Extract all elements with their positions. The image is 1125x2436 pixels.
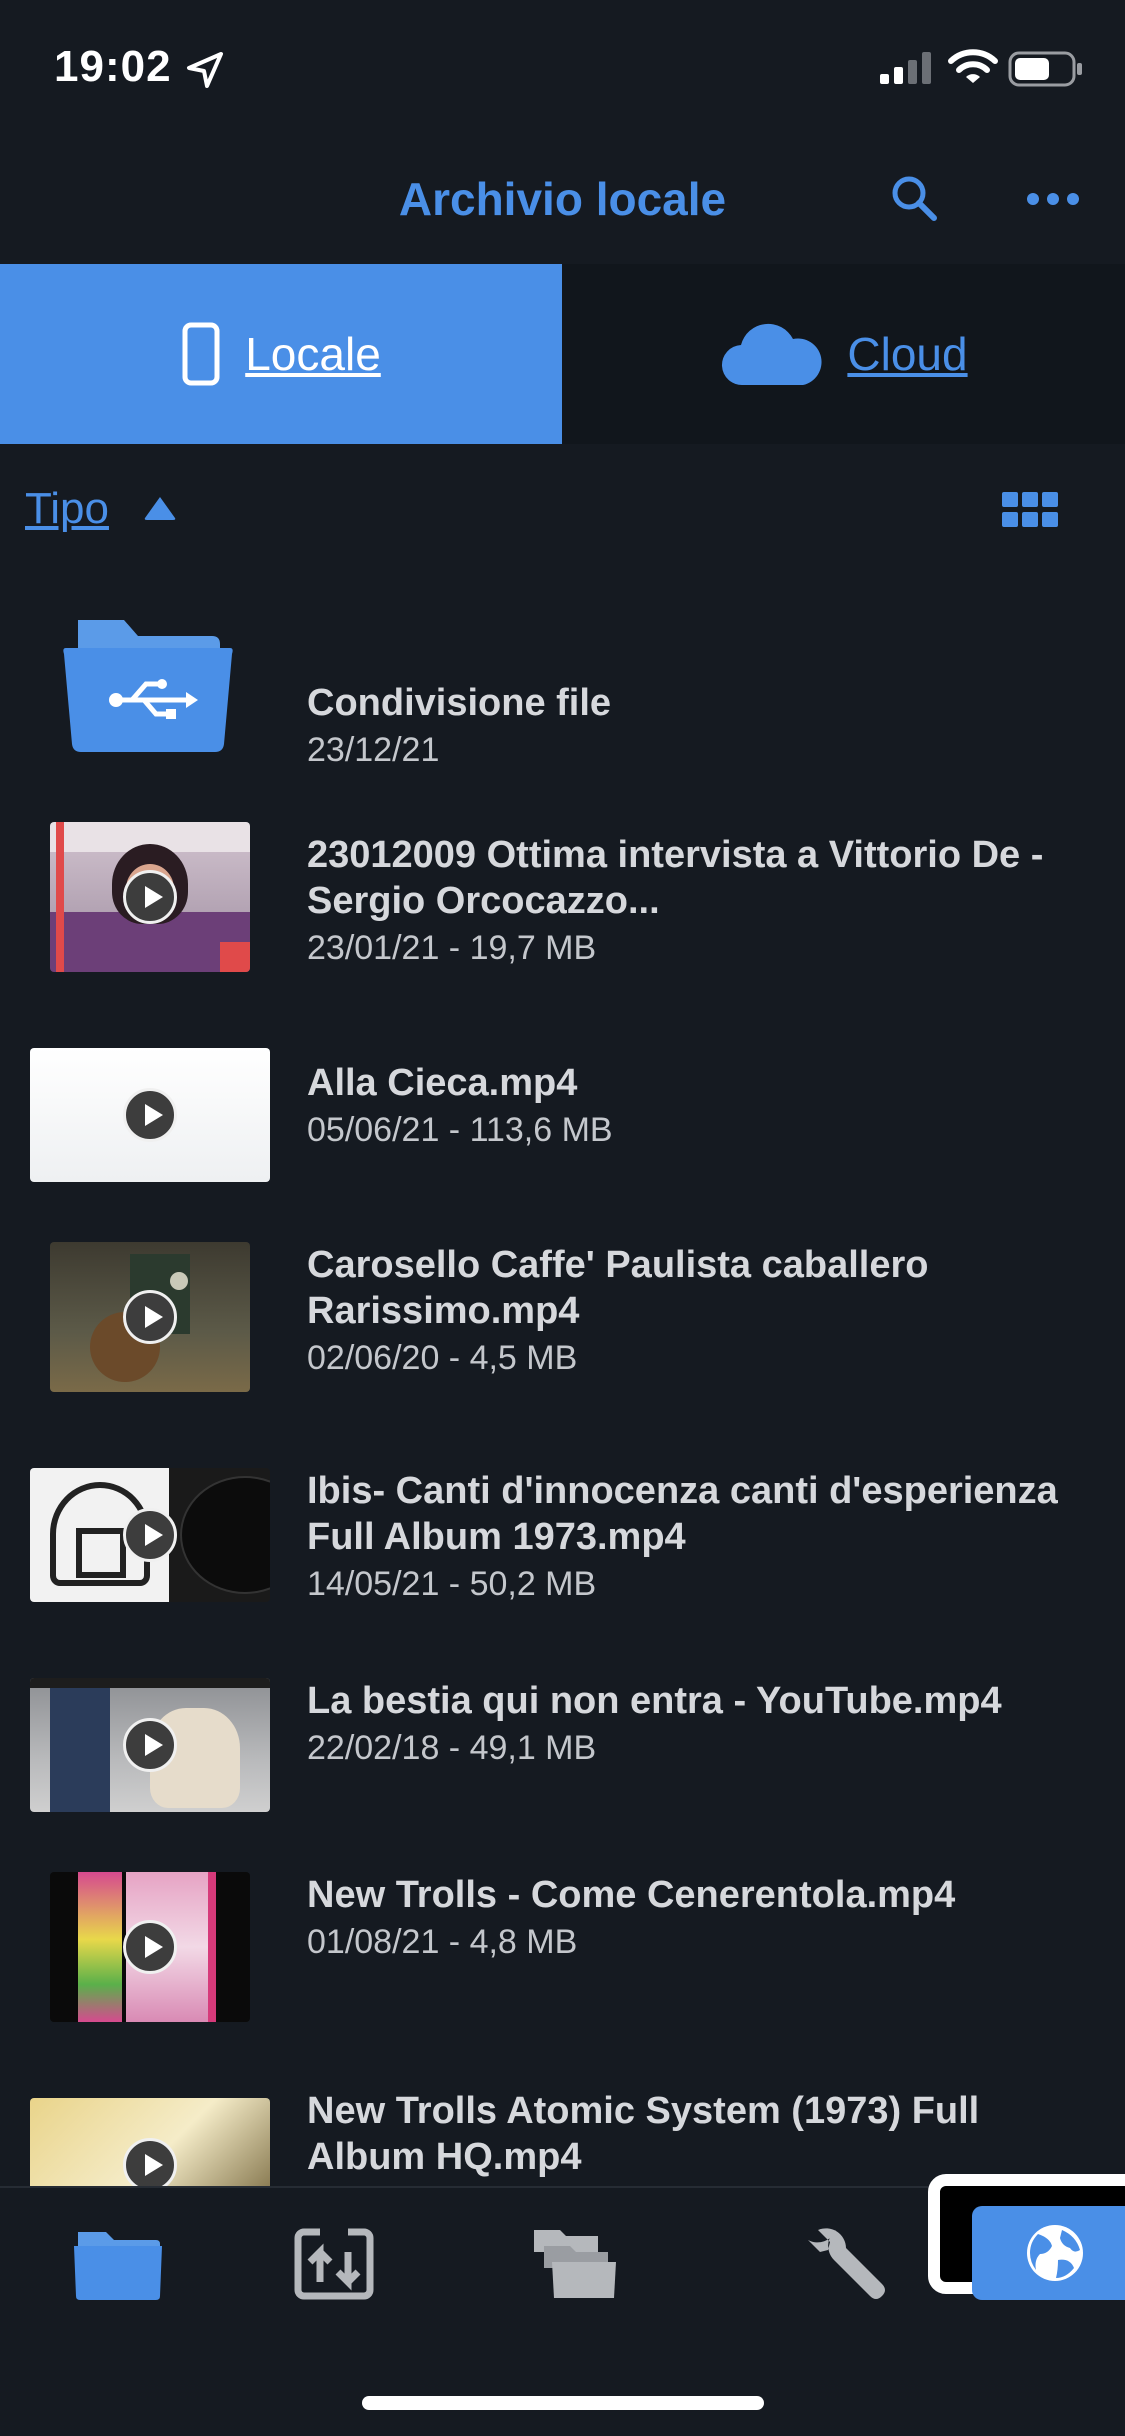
video-thumbnail: [30, 2098, 270, 2188]
file-text: Ibis- Canti d'innocenza canti d'esperien…: [307, 1468, 1087, 1606]
list-item[interactable]: La bestia qui non entra - YouTube.mp4 22…: [0, 1678, 1125, 1888]
file-meta: 23/12/21: [307, 731, 440, 769]
video-thumbnail: [30, 1048, 270, 1182]
app-header: Archivio locale: [0, 132, 1125, 264]
file-name: New Trolls - Come Cenerentola.mp4: [307, 1874, 956, 1916]
tab-local[interactable]: Locale: [0, 264, 562, 444]
file-text: Carosello Caffe' Paulista caballero Rari…: [307, 1242, 1087, 1380]
wifi-icon: [948, 49, 998, 83]
status-time: 19:02: [54, 42, 172, 91]
file-text: Alla Cieca.mp4 05/06/21 - 113,6 MB: [307, 1060, 1087, 1152]
status-bar: 19:02: [0, 0, 1125, 132]
file-text: New Trolls Atomic System (1973) Full Alb…: [307, 2088, 1087, 2182]
file-meta: 23/01/21 - 19,7 MB: [307, 929, 597, 967]
page-title: Archivio locale: [398, 173, 727, 225]
file-list: Condivisione file 23/12/21 23012009 Otti…: [0, 574, 1125, 2188]
folder-icon[interactable]: [72, 2222, 164, 2302]
tab-cloud-label: Cloud: [847, 328, 968, 380]
play-icon: [123, 1920, 177, 1974]
file-text: 23012009 Ottima intervista a Vittorio De…: [307, 832, 1087, 970]
list-item[interactable]: New Trolls - Come Cenerentola.mp4 01/08/…: [0, 1872, 1125, 2082]
file-meta: 05/06/21 - 113,6 MB: [307, 1111, 613, 1149]
battery-icon: [1008, 51, 1082, 87]
list-item[interactable]: Condivisione file 23/12/21: [0, 614, 1125, 824]
list-item[interactable]: Alla Cieca.mp4 05/06/21 - 113,6 MB: [0, 1048, 1125, 1258]
file-name: New Trolls Atomic System (1973) Full Alb…: [307, 2090, 980, 2178]
tab-local-label: Locale: [245, 328, 381, 380]
video-thumbnail: [30, 1468, 270, 1602]
file-meta: 01/08/21 - 4,8 MB: [307, 1923, 578, 1961]
play-icon: [123, 1718, 177, 1772]
sort-ascending-icon[interactable]: [142, 494, 178, 522]
video-thumbnail: [30, 1678, 270, 1812]
file-name: 23012009 Ottima intervista a Vittorio De…: [307, 834, 1044, 922]
file-name: La bestia qui non entra - YouTube.mp4: [307, 1680, 1002, 1722]
more-options-icon[interactable]: [1025, 184, 1081, 214]
usb-folder-icon: [63, 620, 233, 752]
play-icon: [123, 870, 177, 924]
file-meta: 14/05/21 - 50,2 MB: [307, 1565, 597, 1603]
location-arrow-icon: [187, 52, 223, 88]
file-text: Condivisione file 23/12/21: [307, 680, 1087, 772]
globe-icon: [1027, 2225, 1083, 2281]
file-meta: 22/02/18 - 49,1 MB: [307, 1729, 597, 1767]
file-text: New Trolls - Come Cenerentola.mp4 01/08/…: [307, 1872, 1087, 1964]
video-thumbnail: [50, 822, 250, 972]
play-icon: [123, 1088, 177, 1142]
file-meta: 02/06/20 - 4,5 MB: [307, 1339, 578, 1377]
file-name: Ibis- Canti d'innocenza canti d'esperien…: [307, 1470, 1058, 1558]
storage-tabs: Locale Cloud: [0, 264, 1125, 444]
list-item[interactable]: 23012009 Ottima intervista a Vittorio De…: [0, 822, 1125, 1032]
video-thumbnail: [50, 1242, 250, 1392]
search-icon[interactable]: [888, 172, 940, 224]
sort-type-button[interactable]: Tipo: [25, 484, 109, 534]
file-text: La bestia qui non entra - YouTube.mp4 22…: [307, 1678, 1087, 1770]
phone-icon: [182, 322, 220, 386]
file-name: Carosello Caffe' Paulista caballero Rari…: [307, 1244, 929, 1332]
browser-tab[interactable]: [972, 2206, 1125, 2300]
play-icon: [123, 1290, 177, 1344]
sort-bar: Tipo: [0, 444, 1125, 574]
list-item[interactable]: Carosello Caffe' Paulista caballero Rari…: [0, 1242, 1125, 1452]
files-icon[interactable]: [530, 2222, 622, 2302]
home-indicator[interactable]: [362, 2396, 764, 2410]
play-icon: [123, 2138, 177, 2188]
tab-cloud[interactable]: Cloud: [562, 264, 1125, 444]
cloud-icon: [722, 323, 822, 386]
video-thumbnail: [50, 1872, 250, 2022]
grid-view-icon[interactable]: [1002, 492, 1058, 528]
signal-icon: [880, 52, 931, 84]
file-name: Condivisione file: [307, 682, 612, 724]
list-item[interactable]: Ibis- Canti d'innocenza canti d'esperien…: [0, 1468, 1125, 1678]
file-name: Alla Cieca.mp4: [307, 1062, 578, 1104]
browser-tab-highlight: [928, 2174, 1125, 2300]
transfer-icon[interactable]: [290, 2222, 382, 2302]
play-icon: [123, 1508, 177, 1562]
wrench-icon[interactable]: [800, 2222, 892, 2302]
